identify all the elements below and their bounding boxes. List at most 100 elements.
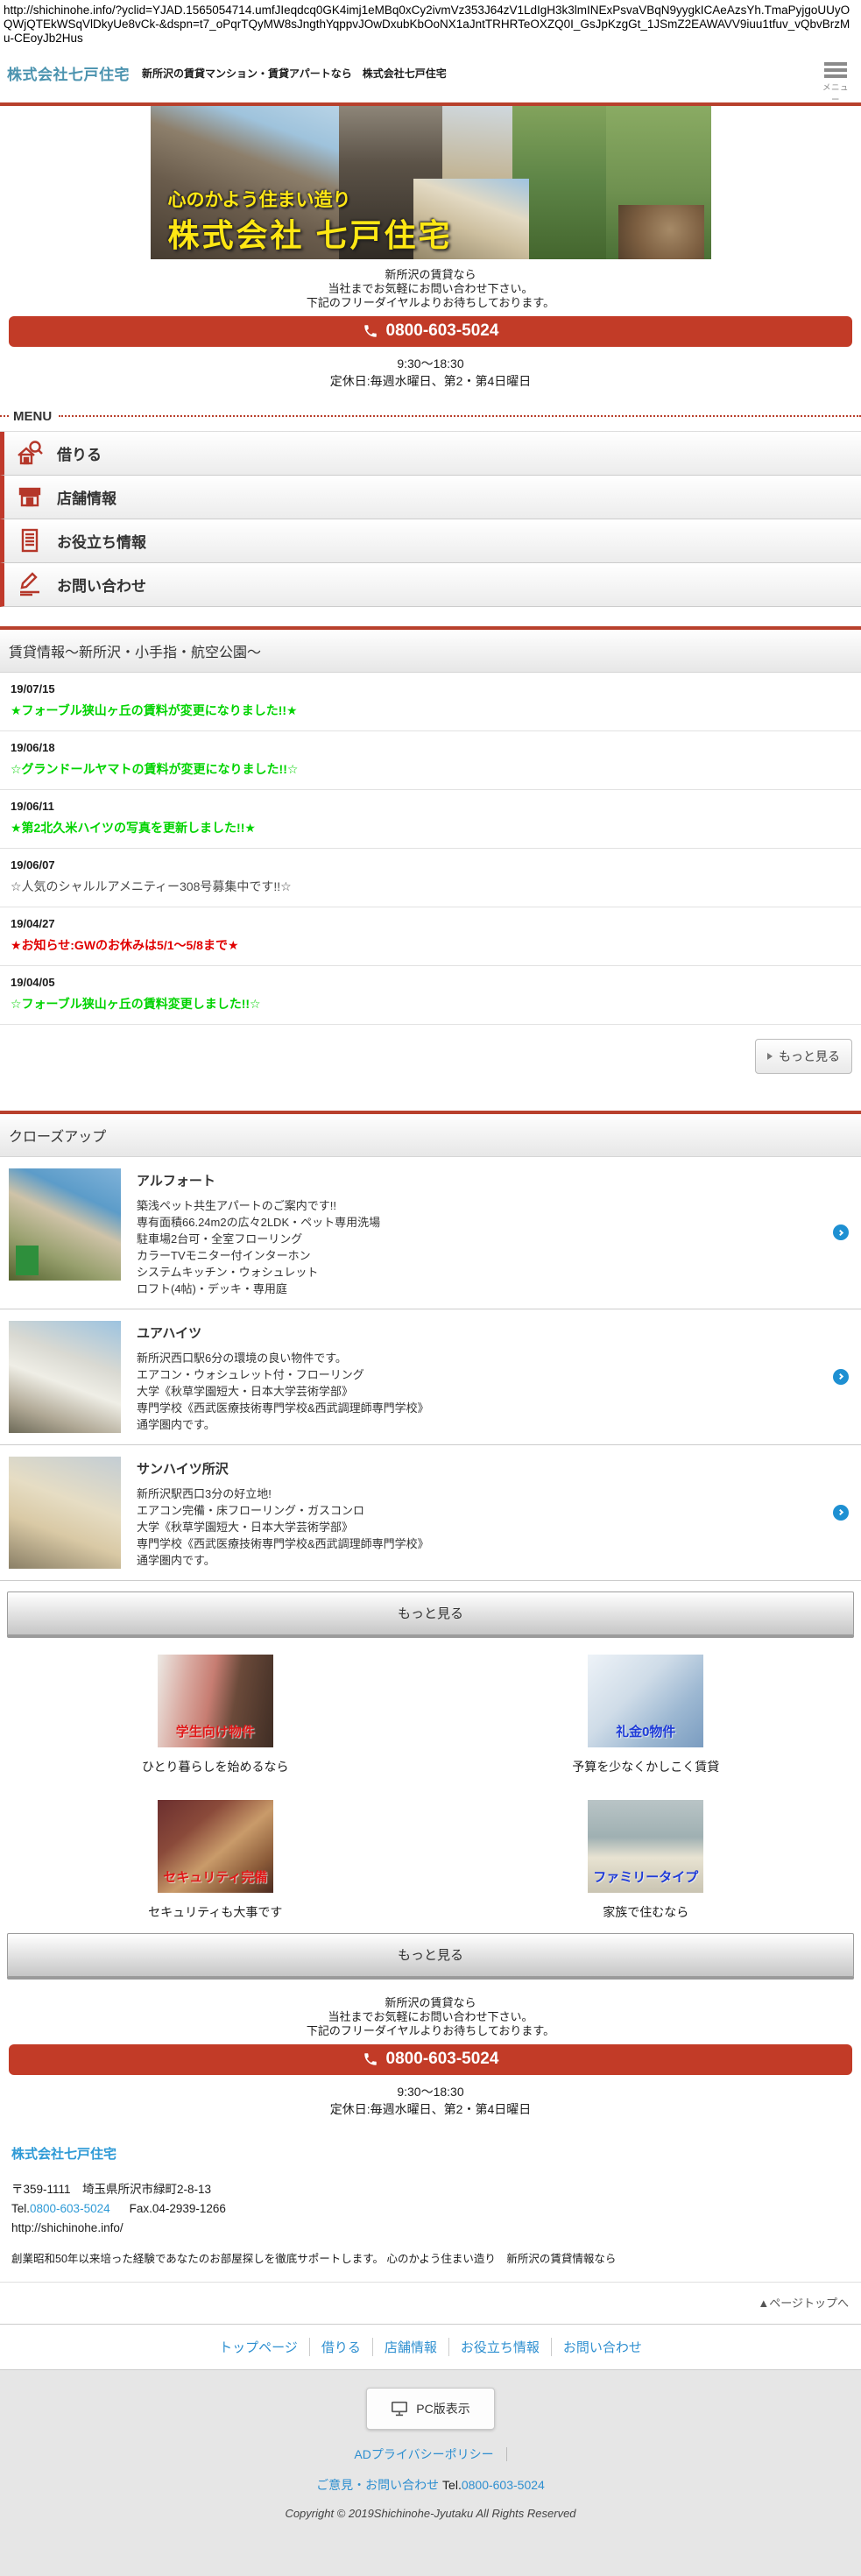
news-text: ★フォーブル狭山ヶ丘の賃料が変更になりました!!★ <box>11 702 850 719</box>
menu-item-shop-info[interactable]: 店舗情報 <box>0 476 861 519</box>
hero-catchphrase: 心のかよう住まい造り <box>168 186 351 212</box>
category-tiles: 学生向け物件 ひとり暮らしを始めるなら 礼金0物件 予算を少なくかしこく賃貸 セ… <box>0 1655 861 1921</box>
pc-view-button[interactable]: PC版表示 <box>366 2388 494 2430</box>
property-card-sunheights[interactable]: サンハイツ所沢 新所沢駅西口3分の好立地! エアコン完備・床フローリング・ガスコ… <box>0 1445 861 1581</box>
site-header: 株式会社七戸住宅 新所沢の賃貸マンション・賃貸アパートなら 株式会社七戸住宅 メ… <box>0 48 861 102</box>
footer-nav-shop-info[interactable]: 店舗情報 <box>372 2338 448 2356</box>
categories-more-button[interactable]: もっと見る <box>7 1933 854 1977</box>
news-text: ★第2北久米ハイツの写真を更新しました!!★ <box>11 819 850 836</box>
pc-view-label: PC版表示 <box>416 2400 469 2417</box>
tile-photo-ducklings: ファミリータイプ <box>588 1800 703 1893</box>
chevron-right-icon[interactable] <box>833 1224 849 1240</box>
site-tagline: 新所沢の賃貸マンション・賃貸アパートなら 株式会社七戸住宅 <box>142 66 447 81</box>
news-item[interactable]: 19/04/05 ☆フォーブル狭山ヶ丘の賃料変更しました!!☆ <box>0 966 861 1025</box>
phone-call-button[interactable]: 0800-603-5024 <box>9 316 852 347</box>
menu-item-label: 借りる <box>57 442 102 464</box>
news-section-header: 賃貸情報〜新所沢・小手指・航空公園〜 <box>0 626 861 673</box>
footer-company-name[interactable]: 株式会社七戸住宅 <box>11 2144 850 2163</box>
contact-line-2: 当社までお気軽にお問い合わせ下さい。 <box>0 282 861 296</box>
closeup-section-header: クローズアップ <box>0 1111 861 1157</box>
tel-label: Tel. <box>11 2202 30 2215</box>
news-item[interactable]: 19/06/18 ☆グランドールヤマトの賃料が変更になりました!!☆ <box>0 731 861 790</box>
hero-photo-turtle <box>618 205 704 259</box>
news-date: 19/04/05 <box>11 976 850 989</box>
tile-overlay-text: セキュリティ完備 <box>163 1867 267 1886</box>
company-url[interactable]: http://shichinohe.info/ <box>11 2219 850 2238</box>
news-text: ★お知らせ:GWのお休みは5/1〜5/8まで★ <box>11 936 850 954</box>
company-address: 〒359-1111 埼玉県所沢市緑町2-8-13 <box>11 2180 850 2199</box>
tile-overlay-text: ファミリータイプ <box>593 1867 698 1886</box>
tile-photo-student: 学生向け物件 <box>158 1655 273 1747</box>
news-date: 19/06/07 <box>11 858 850 872</box>
news-item[interactable]: 19/06/11 ★第2北久米ハイツの写真を更新しました!!★ <box>0 790 861 849</box>
copyright-notice: Copyright © 2019Shichinohe-Jyutaku All R… <box>0 2507 861 2520</box>
property-card-alfort[interactable]: アルフォート 築浅ペット共生アパートのご案内です!! 専有面積66.24m2の広… <box>0 1157 861 1309</box>
menu-title: MENU <box>13 409 52 424</box>
footer-nav: トップページ 借りる 店舗情報 お役立ち情報 お問い合わせ <box>0 2324 861 2370</box>
news-item[interactable]: 19/04/27 ★お知らせ:GWのお休みは5/1〜5/8まで★ <box>0 907 861 966</box>
property-list: アルフォート 築浅ペット共生アパートのご案内です!! 専有面積66.24m2の広… <box>0 1157 861 1581</box>
contact-intro: 新所沢の賃貸なら 当社までお気軽にお問い合わせ下さい。 下記のフリーダイヤルより… <box>0 268 861 310</box>
store-icon <box>15 482 45 512</box>
news-date: 19/07/15 <box>11 682 850 695</box>
phone-number: 0800-603-5024 <box>386 2050 499 2069</box>
contact-line-2: 当社までお気軽にお問い合わせ下さい。 <box>0 2010 861 2024</box>
menu-item-useful-info[interactable]: お役立ち情報 <box>0 519 861 563</box>
contact-line-1: 新所沢の賃貸なら <box>0 268 861 282</box>
tile-no-keymoney[interactable]: 礼金0物件 予算を少なくかしこく賃貸 <box>431 1655 861 1775</box>
business-hours: 9:30〜18:30 <box>0 355 861 372</box>
hamburger-menu-button[interactable]: メニュー <box>821 62 850 105</box>
news-list: 19/07/15 ★フォーブル狭山ヶ丘の賃料が変更になりました!!★ 19/06… <box>0 673 861 1025</box>
news-date: 19/06/18 <box>11 741 850 754</box>
menu-heading: MENU <box>0 409 861 424</box>
tile-caption: 家族で住むなら <box>603 1903 688 1921</box>
closeup-more-button[interactable]: もっと見る <box>7 1591 854 1635</box>
business-hours-block-bottom: 9:30〜18:30 定休日:毎週水曜日、第2・第4日曜日 <box>0 2083 861 2118</box>
company-info: 株式会社七戸住宅 〒359-1111 埼玉県所沢市緑町2-8-13 Tel.08… <box>0 2118 861 2282</box>
tile-photo-cat: セキュリティ完備 <box>158 1800 273 1893</box>
holiday-note: 定休日:毎週水曜日、第2・第4日曜日 <box>0 372 861 390</box>
tile-family[interactable]: ファミリータイプ 家族で住むなら <box>431 1800 861 1921</box>
news-more-button[interactable]: もっと見る <box>755 1039 852 1074</box>
hamburger-menu-label: メニュー <box>821 81 850 105</box>
news-text: ☆グランドールヤマトの賃料が変更になりました!!☆ <box>11 760 850 778</box>
news-item[interactable]: 19/06/07 ☆人気のシャルルアメニティー308号募集中です!!☆ <box>0 849 861 907</box>
tile-caption: セキュリティも大事です <box>148 1903 282 1921</box>
footer-nav-top[interactable]: トップページ <box>208 2338 309 2356</box>
menu-item-rent[interactable]: 借りる <box>0 432 861 476</box>
business-hours-block: 9:30〜18:30 定休日:毎週水曜日、第2・第4日曜日 <box>0 355 861 390</box>
document-icon <box>15 526 45 555</box>
news-item[interactable]: 19/07/15 ★フォーブル狭山ヶ丘の賃料が変更になりました!!★ <box>0 673 861 731</box>
phone-icon <box>363 2051 378 2067</box>
privacy-policy-link[interactable]: ADプライバシーポリシー <box>354 2447 506 2461</box>
property-photo <box>9 1457 121 1569</box>
more-arrow-icon <box>767 1053 773 1060</box>
footer-nav-contact[interactable]: お問い合わせ <box>551 2338 653 2356</box>
house-search-icon <box>15 438 45 468</box>
page-top-link[interactable]: ▲ページトップへ <box>758 2297 849 2310</box>
chevron-right-icon[interactable] <box>833 1505 849 1521</box>
property-name: ユアハイツ <box>137 1323 429 1342</box>
property-card-yourheights[interactable]: ユアハイツ 新所沢西口駅6分の環境の良い物件です。 エアコン・ウォシュレット付・… <box>0 1309 861 1445</box>
menu-item-label: お問い合わせ <box>57 574 146 596</box>
feedback-link[interactable]: ご意見・お問い合わせ <box>316 2478 439 2492</box>
news-text: ☆フォーブル狭山ヶ丘の賃料変更しました!!☆ <box>11 995 850 1013</box>
news-date: 19/04/27 <box>11 917 850 930</box>
brand-logo[interactable]: 株式会社七戸住宅 <box>7 62 130 84</box>
menu-item-contact[interactable]: お問い合わせ <box>0 563 861 607</box>
holiday-note: 定休日:毎週水曜日、第2・第4日曜日 <box>0 2100 861 2118</box>
chevron-right-icon[interactable] <box>833 1369 849 1385</box>
property-name: サンハイツ所沢 <box>137 1459 429 1478</box>
business-hours: 9:30〜18:30 <box>0 2083 861 2100</box>
phone-call-button-bottom[interactable]: 0800-603-5024 <box>9 2044 852 2075</box>
menu-dotted-rule <box>59 415 861 417</box>
footer-tel-link[interactable]: 0800-603-5024 <box>462 2478 545 2492</box>
tel-link[interactable]: 0800-603-5024 <box>30 2202 110 2215</box>
tile-photo-calculator: 礼金0物件 <box>588 1655 703 1747</box>
footer-nav-useful-info[interactable]: お役立ち情報 <box>448 2338 551 2356</box>
tile-security[interactable]: セキュリティ完備 セキュリティも大事です <box>0 1800 431 1921</box>
menu-item-label: 店舗情報 <box>57 486 116 508</box>
news-more-label: もっと見る <box>779 1048 840 1065</box>
footer-nav-rent[interactable]: 借りる <box>309 2338 372 2356</box>
tile-student[interactable]: 学生向け物件 ひとり暮らしを始めるなら <box>0 1655 431 1775</box>
